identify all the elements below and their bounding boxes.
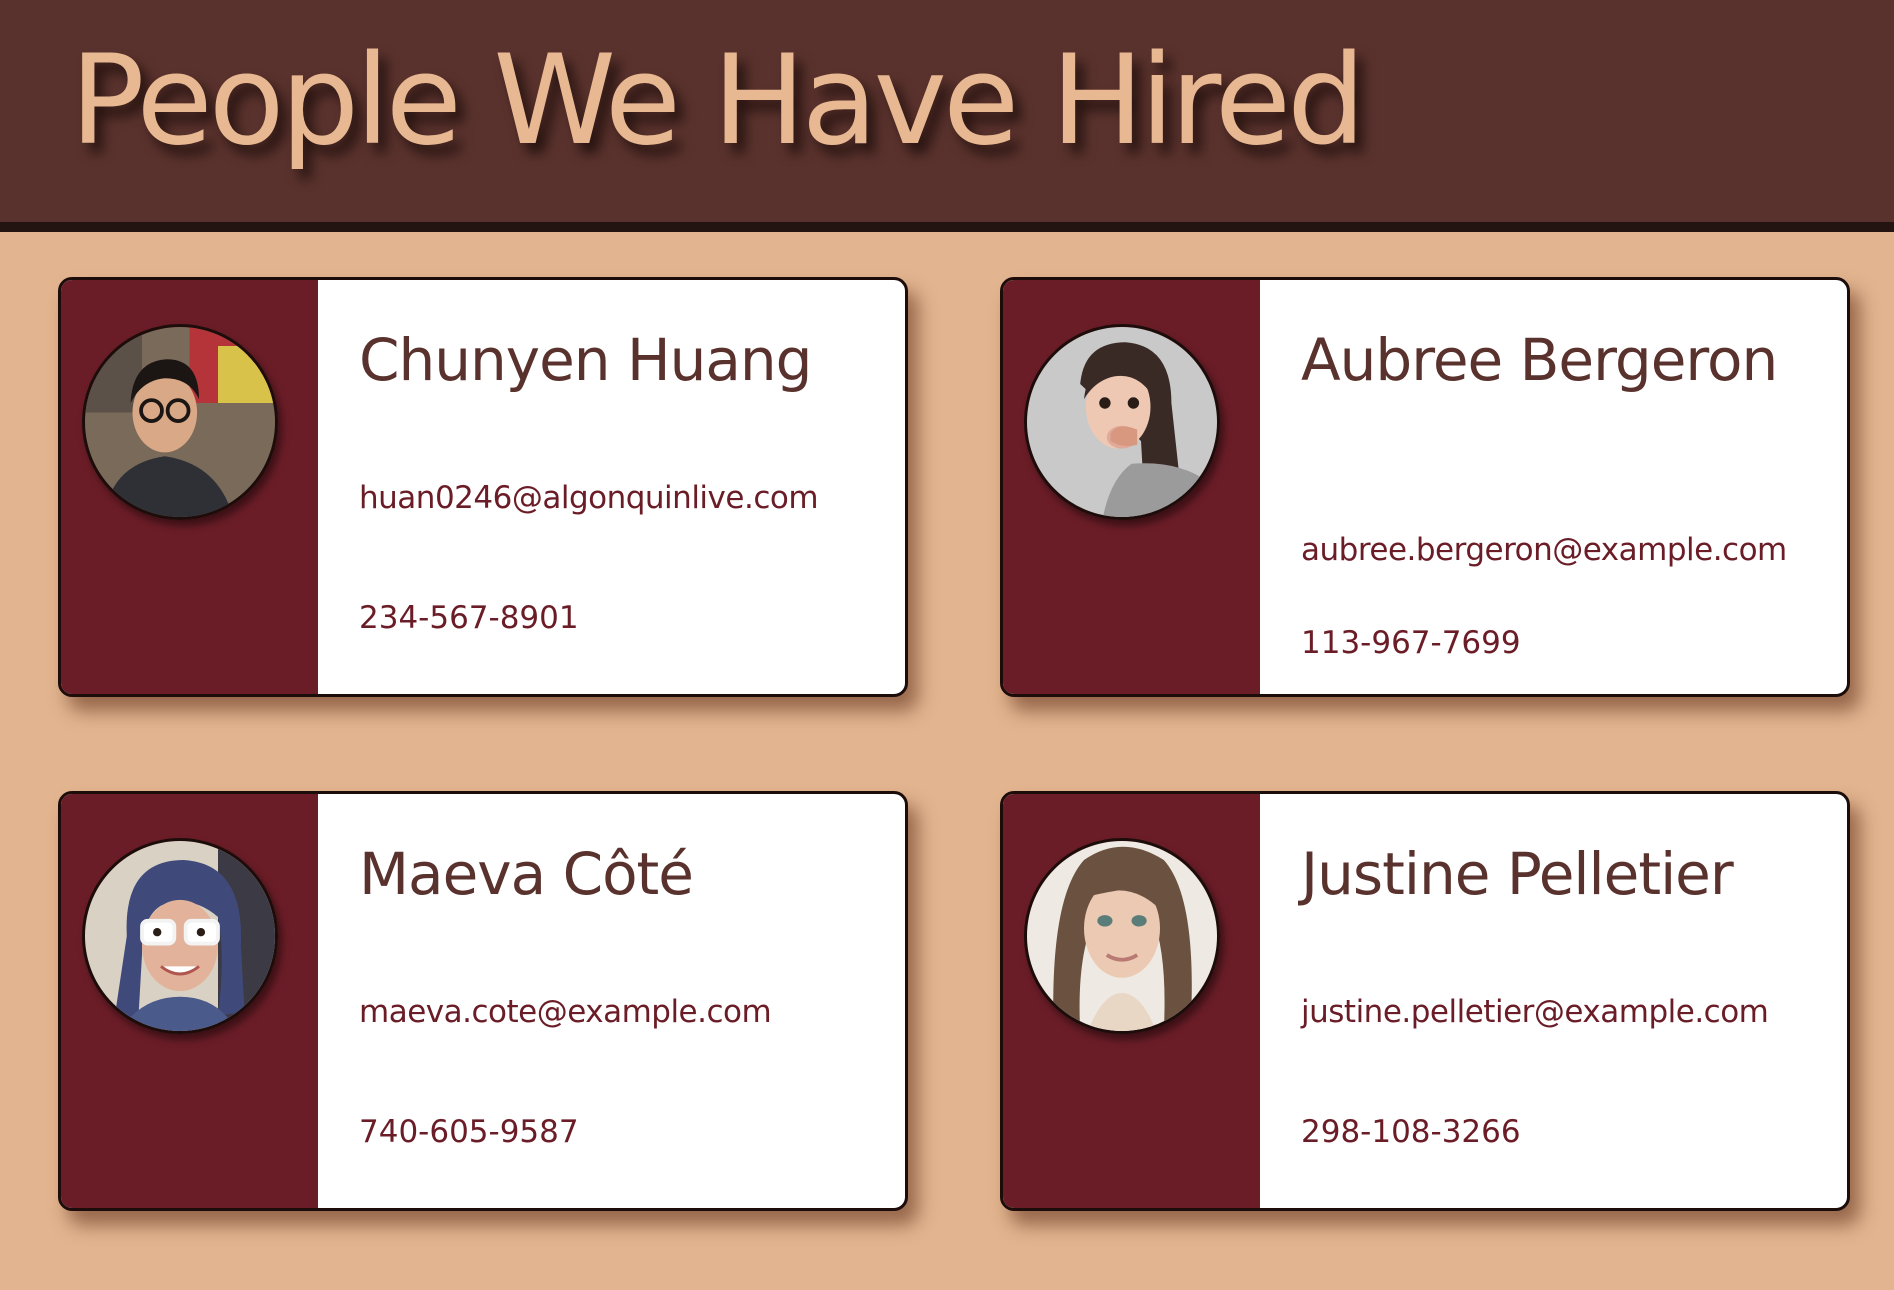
person-email: justine.pelletier@example.com <box>1301 994 1769 1030</box>
avatar <box>82 838 278 1034</box>
card-info: Maeva Côté maeva.cote@example.com 740-60… <box>359 794 889 1208</box>
person-phone: 113-967-7699 <box>1301 625 1521 661</box>
people-grid: Chunyen Huang huan0246@algonquinlive.com… <box>0 0 1894 1290</box>
person-card: Maeva Côté maeva.cote@example.com 740-60… <box>58 791 908 1211</box>
person-name: Maeva Côté <box>359 840 694 908</box>
person-phone: 740-605-9587 <box>359 1114 579 1150</box>
avatar <box>1024 838 1220 1034</box>
person-email: maeva.cote@example.com <box>359 994 772 1030</box>
person-name: Aubree Bergeron <box>1301 326 1778 394</box>
card-sidebar <box>61 280 318 694</box>
person-card: Aubree Bergeron aubree.bergeron@example.… <box>1000 277 1850 697</box>
person-phone: 298-108-3266 <box>1301 1114 1521 1150</box>
card-sidebar <box>1003 280 1260 694</box>
card-info: Aubree Bergeron aubree.bergeron@example.… <box>1301 280 1831 694</box>
card-sidebar <box>61 794 318 1208</box>
person-email: huan0246@algonquinlive.com <box>359 480 819 516</box>
person-phone: 234-567-8901 <box>359 600 579 636</box>
avatar <box>1024 324 1220 520</box>
card-info: Chunyen Huang huan0246@algonquinlive.com… <box>359 280 889 694</box>
avatar-photo-icon <box>85 841 275 1031</box>
card-info: Justine Pelletier justine.pelletier@exam… <box>1301 794 1831 1208</box>
person-email: aubree.bergeron@example.com <box>1301 532 1787 568</box>
person-name: Chunyen Huang <box>359 326 812 394</box>
person-card: Chunyen Huang huan0246@algonquinlive.com… <box>58 277 908 697</box>
person-name: Justine Pelletier <box>1301 840 1734 908</box>
avatar-photo-icon <box>1027 841 1217 1031</box>
avatar-photo-icon <box>1027 327 1217 517</box>
person-card: Justine Pelletier justine.pelletier@exam… <box>1000 791 1850 1211</box>
avatar <box>82 324 278 520</box>
card-sidebar <box>1003 794 1260 1208</box>
avatar-photo-icon <box>85 327 275 517</box>
